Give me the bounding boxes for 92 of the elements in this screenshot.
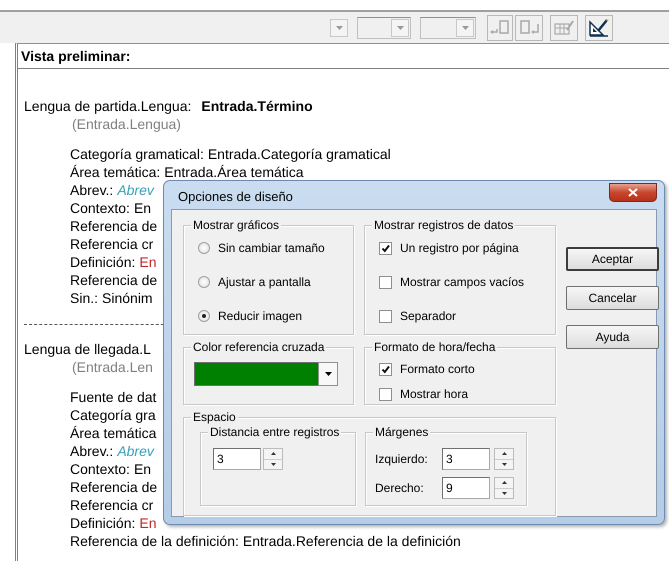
field-label: Referencia de la definición: [70,533,239,549]
dropdown-button[interactable] [318,362,338,386]
field-label: Categoría gra [70,407,156,423]
field-label: Área temática: [70,164,160,180]
close-icon [628,188,638,196]
field-label: Definición: [70,515,136,531]
down-arrow-icon [502,492,506,495]
term-text: Entrada.Término [201,98,313,114]
color-swatch[interactable] [194,362,318,386]
group-label: Color referencia cruzada [191,340,326,354]
caret-icon [336,26,342,30]
radio-button[interactable] [198,242,210,254]
group-label: Mostrar registros de datos [372,218,516,232]
field-value: Entrada.Referencia de la definición [242,533,461,549]
field-value: En [134,200,152,216]
page-back-icon [489,18,511,37]
field-label: Referencia de [70,479,158,495]
number-field[interactable]: 3 [442,448,490,470]
field-label: Sin.: [70,290,98,306]
field-label: Referencia cr [70,497,154,513]
caret-icon [396,26,404,30]
field-label: Categoría gramatical: [70,146,204,162]
spin-button[interactable] [263,448,283,470]
field-value: Abrev [117,182,154,198]
field-label: Contexto: [70,200,130,216]
field-label: Área temática [70,425,156,441]
dialog-button[interactable]: Ayuda [566,325,659,349]
check-icon [380,244,390,252]
down-arrow-icon [502,462,506,466]
field-label: Contexto: [70,461,130,477]
field-label: Abrev.: [70,182,114,198]
radio-button[interactable] [198,310,210,322]
language-text: (Entrada.Len [72,359,153,375]
group-label: Formato de hora/fecha [372,340,498,354]
spin-button[interactable] [494,477,514,499]
checkbox[interactable] [379,388,392,400]
group-label: Espacio [191,410,238,424]
field-value: Sinónim [102,290,153,306]
field-value: Entrada.Área temática [164,164,304,180]
down-arrow-icon [270,462,276,466]
field-label: Referencia de [70,272,158,288]
field-value: En [139,254,156,270]
radio-label: Reducir imagen [218,308,302,325]
group-label: Márgenes [373,425,430,439]
group-label: Mostrar gráficos [191,218,282,232]
check-icon [380,364,390,374]
field-value: Entrada.Categoría gramatical [208,146,391,162]
checkbox-label: Mostrar hora [400,386,468,403]
field-label: Referencia de [70,218,158,234]
dropdown-field[interactable] [420,16,476,38]
up-arrow-icon [502,481,506,484]
checkbox[interactable] [379,242,392,254]
field-label: Definición: [70,254,136,270]
checkbox[interactable] [379,362,392,376]
radio-label: Ajustar a pantalla [218,274,311,291]
checkbox-label: Formato corto [400,361,475,378]
up-arrow-icon [270,452,276,456]
field-label: Fuente de dat [70,389,156,405]
number-field[interactable]: 3 [213,448,261,470]
field-label: Izquierdo: [375,451,429,468]
field-label: Abrev.: [70,443,114,459]
field-value: Abrev [117,443,154,459]
language-text: (Entrada.Lengua) [72,116,181,132]
field-label: Lengua de partida.Lengua: [24,98,192,114]
dialog-title: Opciones de diseño [177,188,293,206]
field-label: Lengua de llegada.L [24,341,151,357]
checkbox-label: Un registro por página [400,240,519,257]
page-forward-icon [518,18,540,37]
toolbar-button[interactable] [585,14,613,40]
field-value: En [139,515,156,531]
checkbox[interactable] [379,276,392,288]
number-field[interactable]: 9 [442,477,490,499]
field-value: En [134,461,152,477]
panel-title: Vista preliminar: [18,44,669,69]
caret-icon [324,372,332,376]
spin-button[interactable] [494,448,514,470]
caret-icon [462,26,468,30]
dialog-button[interactable]: Aceptar [566,247,659,271]
close-button[interactable] [609,182,657,202]
table-pencil-icon [553,18,575,37]
checkbox-label: Mostrar campos vacíos [400,274,524,291]
checkbox[interactable] [379,310,392,322]
field-label: Referencia cr [70,236,154,252]
radio-button[interactable] [198,276,210,288]
group-label: Distancia entre registros [208,425,342,439]
checkbox-label: Separador [400,308,456,325]
dialog-button[interactable]: Cancelar [566,286,659,310]
up-arrow-icon [502,452,506,456]
ruler-pencil-icon [588,18,610,37]
dropdown-field[interactable] [357,16,411,38]
field-label: Derecho: [375,480,425,497]
radio-label: Sin cambiar tamaño [218,240,325,257]
